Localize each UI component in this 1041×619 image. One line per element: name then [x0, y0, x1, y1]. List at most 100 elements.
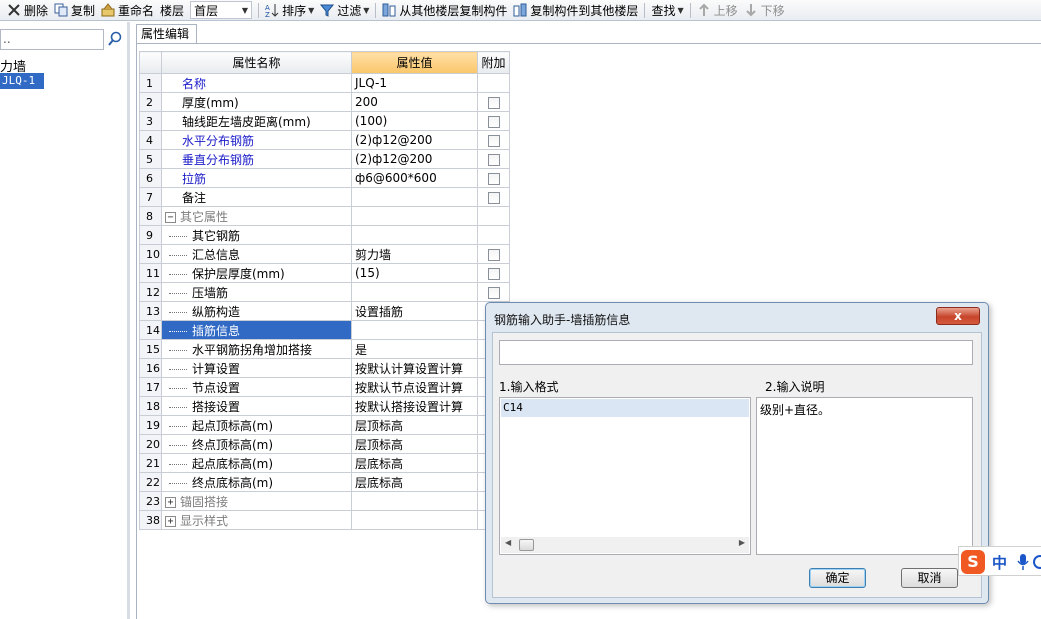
property-name-cell[interactable]: 轴线距左墙皮距离(mm) [161, 111, 352, 131]
tree-search-input[interactable]: .. [0, 29, 104, 50]
table-row[interactable]: 18 搭接设置 按默认搭接设置计算 [139, 396, 510, 416]
property-value-cell[interactable] [351, 510, 478, 530]
property-name-cell[interactable]: + 显示样式 [161, 510, 352, 530]
ime-language-toggle[interactable]: 中 [992, 552, 1007, 573]
table-row[interactable]: 21 起点底标高(m) 层底标高 [139, 453, 510, 473]
property-value-cell[interactable]: 200 [351, 92, 478, 112]
property-name-cell[interactable]: 终点顶标高(m) [161, 434, 352, 454]
extra-checkbox[interactable] [487, 115, 500, 128]
horizontal-scrollbar[interactable]: ◀ ▶ [501, 537, 749, 553]
property-value-cell[interactable]: 剪力墙 [351, 244, 478, 264]
property-name-cell[interactable]: 保护层厚度(mm) [161, 263, 352, 283]
tab-property-editor[interactable]: 属性编辑 [136, 24, 197, 44]
property-value-cell[interactable]: JLQ-1 [351, 73, 478, 93]
table-row[interactable]: 14 插筋信息 [139, 320, 510, 340]
extra-checkbox[interactable] [487, 96, 500, 109]
property-name-cell[interactable]: 垂直分布钢筋 [161, 149, 352, 169]
property-value-cell[interactable] [351, 491, 478, 511]
extra-checkbox[interactable] [487, 267, 500, 280]
property-name-cell[interactable]: − 其它属性 [161, 206, 352, 226]
property-name-header[interactable]: 属性名称 [161, 51, 352, 74]
sort-button[interactable]: AZ 排序 ▼ [262, 1, 317, 20]
extra-checkbox[interactable] [487, 191, 500, 204]
property-value-cell[interactable]: 层顶标高 [351, 415, 478, 435]
filter-button[interactable]: 过滤 ▼ [317, 1, 372, 20]
property-name-cell[interactable]: 水平分布钢筋 [161, 130, 352, 150]
table-row[interactable]: 9 其它钢筋 [139, 225, 510, 245]
extra-checkbox[interactable] [487, 286, 500, 299]
property-value-cell[interactable]: 层底标高 [351, 453, 478, 473]
property-name-cell[interactable]: 搭接设置 [161, 396, 352, 416]
scroll-right-icon[interactable]: ▶ [739, 538, 745, 547]
property-value-cell[interactable]: (2)ф12@200 [351, 130, 478, 150]
property-value-cell[interactable] [351, 206, 478, 226]
scroll-left-icon[interactable]: ◀ [505, 538, 511, 547]
table-row[interactable]: 22 终点底标高(m) 层底标高 [139, 472, 510, 492]
table-row[interactable]: 16 计算设置 按默认计算设置计算 [139, 358, 510, 378]
move-up-button[interactable]: 上移 [694, 1, 741, 20]
table-row[interactable]: 2 厚度(mm) 200 [139, 92, 510, 112]
property-value-cell[interactable] [351, 187, 478, 207]
property-value-cell[interactable] [351, 320, 478, 340]
find-button[interactable]: 查找 ▼ [648, 1, 686, 20]
cancel-button[interactable]: 取消 [901, 568, 958, 588]
property-value-cell[interactable]: 设置插筋 [351, 301, 478, 321]
property-name-cell[interactable]: + 锚固搭接 [161, 491, 352, 511]
extra-checkbox[interactable] [487, 172, 500, 185]
rebar-input-field[interactable] [499, 340, 973, 365]
property-name-cell[interactable]: 拉筋 [161, 168, 352, 188]
property-name-cell[interactable]: 计算设置 [161, 358, 352, 378]
tree-item-jlq-1[interactable]: JLQ-1 [0, 73, 44, 89]
table-row[interactable]: 3 轴线距左墙皮距离(mm) (100) [139, 111, 510, 131]
extra-checkbox[interactable] [487, 134, 500, 147]
table-row[interactable]: 10 汇总信息 剪力墙 [139, 244, 510, 264]
ime-logo-icon[interactable]: S [961, 550, 985, 574]
copy-to-floor-button[interactable]: 复制构件到其他楼层 [510, 1, 641, 20]
property-value-cell[interactable]: 按默认搭接设置计算 [351, 396, 478, 416]
table-row[interactable]: 11 保护层厚度(mm) (15) [139, 263, 510, 283]
property-name-cell[interactable]: 备注 [161, 187, 352, 207]
property-name-cell[interactable]: 名称 [161, 73, 352, 93]
property-value-cell[interactable]: ф6@600*600 [351, 168, 478, 188]
close-button[interactable]: x [936, 307, 980, 325]
extra-header[interactable]: 附加 [477, 51, 510, 74]
property-name-cell[interactable]: 压墙筋 [161, 282, 352, 302]
ime-settings-icon[interactable] [1033, 555, 1041, 569]
microphone-icon[interactable] [1016, 553, 1030, 571]
expand-icon[interactable]: + [165, 496, 176, 508]
table-row[interactable]: 23 + 锚固搭接 [139, 491, 510, 511]
property-value-cell[interactable]: 是 [351, 339, 478, 359]
search-icon[interactable] [107, 31, 123, 47]
property-value-cell[interactable]: 层顶标高 [351, 434, 478, 454]
property-value-cell[interactable] [351, 282, 478, 302]
table-row[interactable]: 17 节点设置 按默认节点设置计算 [139, 377, 510, 397]
copy-from-floor-button[interactable]: 从其他楼层复制构件 [379, 1, 510, 20]
property-value-header[interactable]: 属性值 [351, 51, 478, 74]
property-value-cell[interactable] [351, 225, 478, 245]
extra-checkbox[interactable] [487, 153, 500, 166]
property-name-cell[interactable]: 其它钢筋 [161, 225, 352, 245]
table-row[interactable]: 15 水平钢筋拐角增加搭接 是 [139, 339, 510, 359]
table-row[interactable]: 7 备注 [139, 187, 510, 207]
table-row[interactable]: 19 起点顶标高(m) 层顶标高 [139, 415, 510, 435]
property-name-cell[interactable]: 节点设置 [161, 377, 352, 397]
copy-button[interactable]: 复制 [51, 1, 98, 20]
expand-icon[interactable]: + [165, 515, 176, 527]
list-item[interactable]: C14 [501, 399, 749, 417]
property-value-cell[interactable]: (15) [351, 263, 478, 283]
table-row[interactable]: 20 终点顶标高(m) 层顶标高 [139, 434, 510, 454]
extra-checkbox[interactable] [487, 248, 500, 261]
property-name-cell[interactable]: 纵筋构造 [161, 301, 352, 321]
rename-button[interactable]: 重命名 [98, 1, 157, 20]
collapse-icon[interactable]: − [165, 211, 176, 223]
table-row[interactable]: 13 纵筋构造 设置插筋 [139, 301, 510, 321]
scrollbar-thumb[interactable] [519, 539, 534, 551]
property-name-cell[interactable]: 起点顶标高(m) [161, 415, 352, 435]
ok-button[interactable]: 确定 [809, 568, 866, 588]
property-value-cell[interactable]: (100) [351, 111, 478, 131]
move-down-button[interactable]: 下移 [741, 1, 788, 20]
property-name-cell[interactable]: 终点底标高(m) [161, 472, 352, 492]
property-value-cell[interactable]: (2)ф12@200 [351, 149, 478, 169]
property-name-cell[interactable]: 厚度(mm) [161, 92, 352, 112]
table-row[interactable]: 38 + 显示样式 [139, 510, 510, 530]
